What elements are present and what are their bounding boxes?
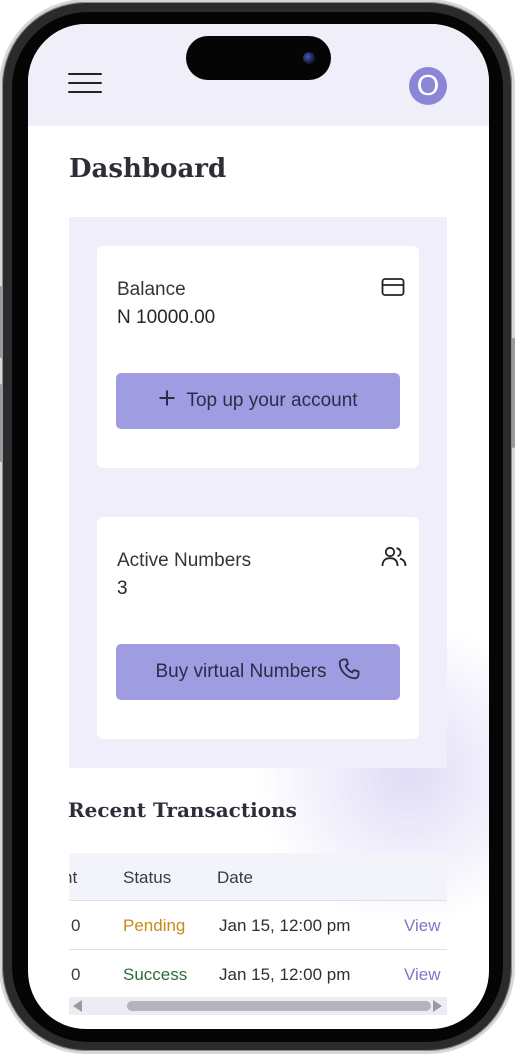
recent-transactions-title: Recent Transactions	[68, 798, 297, 822]
buy-virtual-numbers-label: Buy virtual Numbers	[155, 661, 327, 682]
row-date: Jan 15, 12:00 pm	[219, 916, 351, 935]
plus-icon	[158, 389, 176, 413]
row-amount: 0	[71, 965, 81, 984]
row-status-success: Success	[123, 965, 188, 984]
row-date: Jan 15, 12:00 pm	[219, 965, 351, 984]
dynamic-island	[186, 36, 331, 80]
horizontal-scrollbar[interactable]	[69, 997, 447, 1015]
top-up-button-label: Top up your account	[186, 390, 358, 411]
top-app-bar: O	[28, 24, 489, 126]
page-title: Dashboard	[69, 154, 227, 184]
active-numbers-card: Active Numbers 3 Buy virtual Numbers	[97, 517, 419, 739]
active-numbers-value: 3	[117, 578, 128, 599]
column-header-amount: nt	[69, 868, 78, 887]
top-up-button[interactable]: Top up your account	[116, 373, 400, 429]
row-amount: 0	[71, 916, 81, 935]
column-header-date: Date	[217, 868, 253, 887]
summary-cards-panel: Balance N 10000.00 Top up your account A…	[69, 217, 447, 768]
balance-value: N 10000.00	[117, 307, 216, 328]
row-status-pending: Pending	[123, 916, 186, 935]
transactions-table: nt Status Date 0 Pending Jan 15, 12:00 p…	[69, 853, 447, 1018]
table-header-row: nt Status Date	[69, 853, 447, 900]
credit-card-icon	[381, 277, 405, 302]
phone-icon	[337, 657, 361, 687]
scrollbar-thumb[interactable]	[127, 1001, 431, 1011]
row-view-link[interactable]: View	[404, 965, 441, 985]
user-avatar[interactable]: O	[409, 67, 447, 105]
table-row: 0 Success Jan 15, 12:00 pm View	[69, 949, 447, 998]
side-button-action	[0, 286, 3, 358]
side-button-volume	[0, 384, 3, 462]
scroll-right-arrow-icon[interactable]	[433, 1000, 442, 1012]
buy-virtual-numbers-button[interactable]: Buy virtual Numbers	[116, 644, 400, 700]
row-view-link[interactable]: View	[404, 916, 441, 936]
active-numbers-label: Active Numbers	[117, 550, 252, 571]
balance-label: Balance	[117, 279, 186, 300]
table-row: 0 Pending Jan 15, 12:00 pm View	[69, 900, 447, 949]
front-camera	[303, 52, 315, 64]
balance-card: Balance N 10000.00 Top up your account	[97, 246, 419, 468]
scroll-left-arrow-icon[interactable]	[73, 1000, 82, 1012]
users-icon	[381, 545, 407, 574]
hamburger-menu-icon[interactable]	[68, 71, 104, 95]
column-header-status: Status	[123, 868, 172, 887]
phone-screen: O Dashboard Balance N 10000.00 Top up yo…	[28, 24, 489, 1029]
